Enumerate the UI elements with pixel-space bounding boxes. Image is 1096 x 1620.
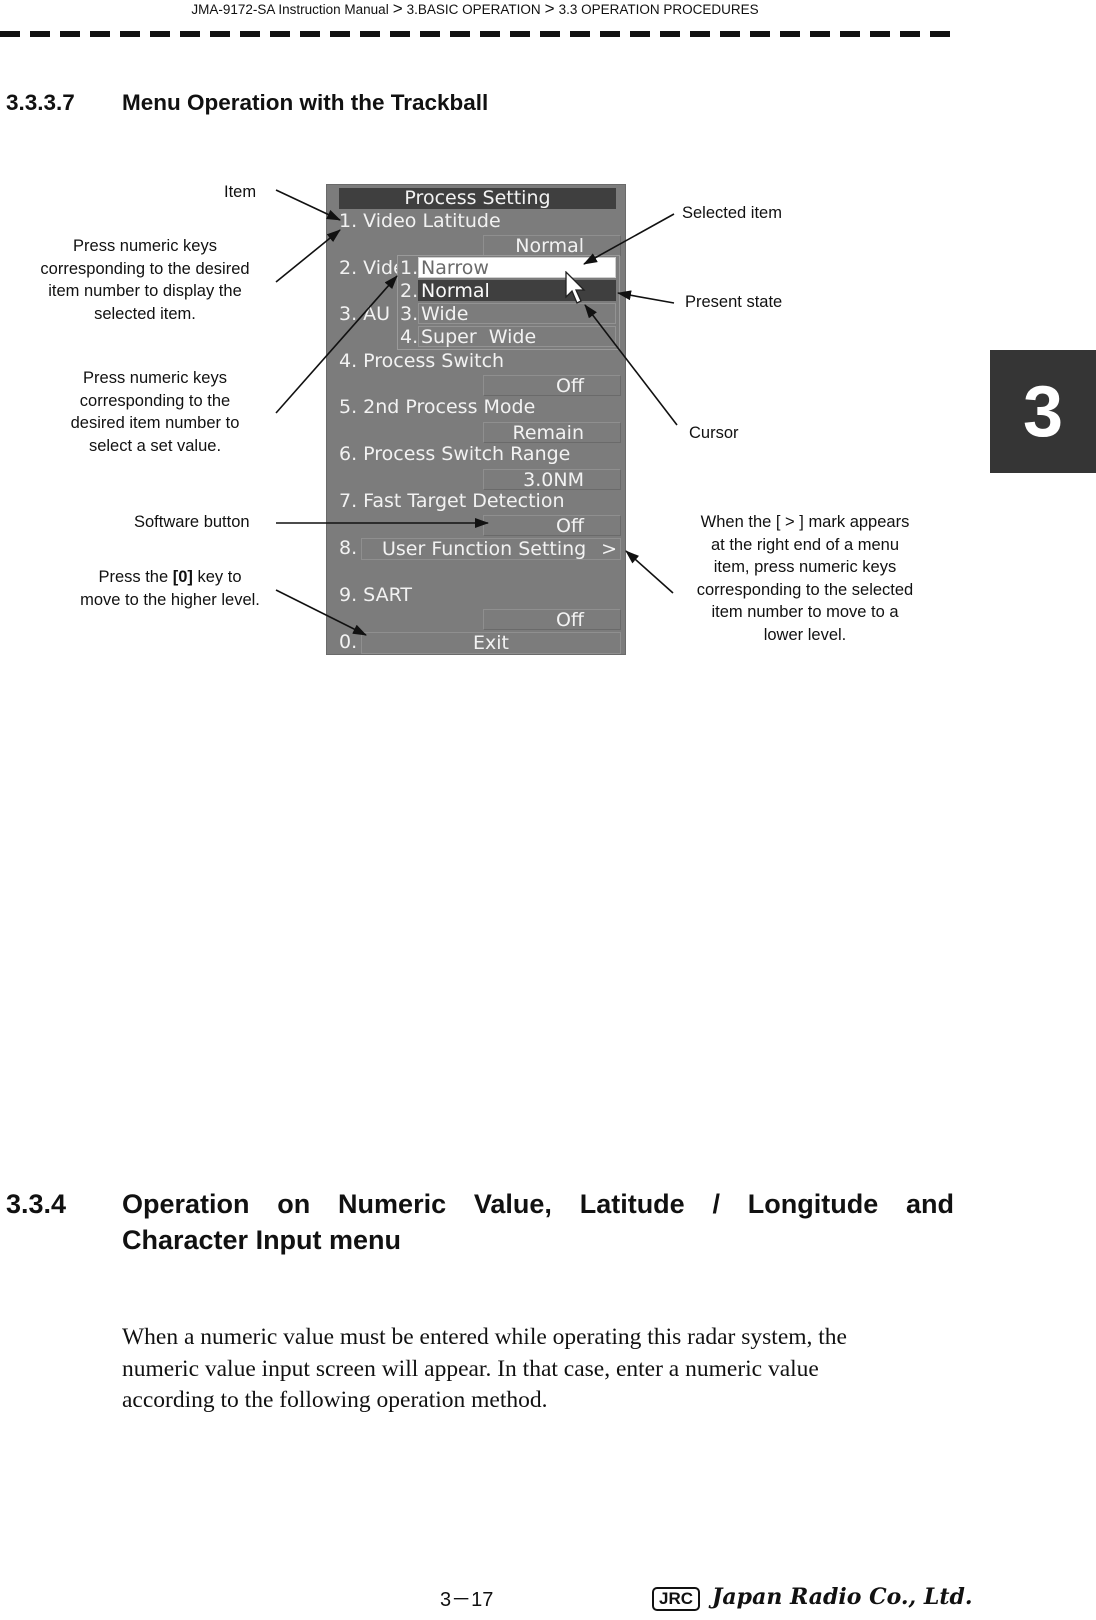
page-number: 3－17	[440, 1589, 494, 1611]
option-number: 1.	[400, 257, 419, 279]
dropdown-option-wide[interactable]: 3. Wide	[398, 303, 621, 325]
arrow-lower-level	[625, 550, 674, 594]
annotation-selected-item: Selected item	[682, 204, 782, 222]
mouse-cursor-icon	[565, 271, 586, 304]
annotation-line: corresponding to the desired	[40, 259, 250, 278]
annotation-line: at the right end of a menu	[710, 535, 900, 554]
menu-value-2nd-process-mode[interactable]: Remain	[483, 422, 621, 443]
annotation-line: item number to display the	[48, 282, 242, 300]
paragraph-line: numeric value input screen will appear. …	[122, 1355, 819, 1382]
header-divider	[0, 31, 952, 37]
annotation-cursor: Cursor	[689, 424, 739, 442]
dropdown-option-narrow[interactable]: 1. Narrow	[398, 257, 621, 279]
annotation-press-select: Press numeric keys corresponding to the …	[30, 367, 280, 457]
annotation-line: Press the [0] key to	[60, 566, 280, 589]
menu-value-video-latitude[interactable]: Normal	[483, 235, 621, 256]
menu-value-process-switch-range[interactable]: 3.0NM	[483, 469, 621, 490]
option-number: 3.	[400, 303, 419, 325]
menu-item-sart[interactable]: 9. SART	[339, 584, 412, 606]
submenu-chevron-icon: >	[601, 538, 617, 560]
annotation-press-display: Press numeric keys corresponding to the …	[20, 235, 270, 325]
menu-item-2[interactable]: 2. Vide	[339, 257, 405, 279]
annotation-line: selected item.	[94, 304, 196, 323]
annotation-text: key to	[192, 568, 242, 586]
annotation-line: lower level.	[763, 625, 847, 644]
menu-item-0-number: 0.	[339, 631, 358, 653]
annotation-software-button: Software button	[134, 513, 250, 531]
annotation-line: corresponding to the selected	[696, 580, 914, 599]
section-title: Operation on Numeric Value, Latitude / L…	[122, 1186, 954, 1258]
breadcrumb: JMA-9172-SA Instruction Manual >3.BASIC O…	[0, 0, 950, 19]
option-label: Super Wide	[418, 326, 616, 348]
section-number: 3.3.4	[6, 1189, 67, 1219]
annotation-line: item, press numeric keys	[713, 558, 897, 576]
exit-button[interactable]: Exit	[361, 632, 621, 654]
breadcrumb-item: 3.BASIC OPERATION	[406, 2, 541, 17]
process-setting-menu: Process Setting 1. Video Latitude Normal…	[326, 184, 626, 655]
option-number: 2.	[400, 280, 419, 302]
annotation-line: corresponding to the	[79, 391, 231, 410]
key-label: [0]	[172, 568, 193, 586]
annotation-line: Press numeric keys	[83, 369, 227, 387]
annotation-line: Press numeric keys	[73, 237, 217, 255]
menu-item-8-number: 8.	[339, 537, 358, 559]
menu-item-3[interactable]: 3. AU	[339, 303, 390, 325]
chapter-tab: 3	[990, 350, 1096, 473]
annotation-item: Item	[224, 183, 257, 201]
annotation-press-zero: Press the [0] key to move to the higher …	[60, 566, 280, 611]
dropdown-option-super-wide[interactable]: 4. Super Wide	[398, 326, 621, 348]
annotation-line: select a set value.	[88, 436, 222, 455]
menu-item-video-latitude[interactable]: 1. Video Latitude	[339, 210, 501, 232]
user-function-setting-button[interactable]: User Function Setting >	[361, 538, 621, 560]
menu-title: Process Setting	[339, 188, 616, 209]
arrow-present-state	[617, 290, 675, 304]
company-logo: JRC Japan Radio Co., Ltd.	[652, 1584, 973, 1611]
annotation-present-state: Present state	[685, 293, 783, 311]
menu-item-process-switch-range[interactable]: 6. Process Switch Range	[339, 443, 570, 465]
body-paragraph: When a numeric value must be entered whi…	[122, 1322, 942, 1417]
section-title-line: Character Input menu	[122, 1225, 402, 1255]
section-heading: 3.3.3.7 Menu Operation with the Trackball	[6, 90, 488, 116]
breadcrumb-separator: >	[392, 0, 403, 18]
button-label: User Function Setting	[382, 538, 587, 560]
section-title: Menu Operation with the Trackball	[122, 90, 489, 115]
jrc-logo-mark: JRC	[652, 1587, 701, 1611]
menu-value-sart[interactable]: Off	[483, 609, 621, 630]
paragraph-line: according to the following operation met…	[122, 1387, 548, 1413]
menu-item-fast-target-detection[interactable]: 7. Fast Target Detection	[339, 490, 565, 512]
menu-value-process-switch[interactable]: Off	[483, 375, 621, 396]
section-title-line: Operation on Numeric Value, Latitude / L…	[122, 1189, 954, 1219]
annotation-line: move to the higher level.	[80, 590, 260, 609]
annotation-line: When the [ > ] mark appears	[700, 513, 910, 531]
menu-value-fast-target-detection[interactable]: Off	[483, 515, 621, 536]
annotation-lower-level: When the [ > ] mark appears at the right…	[680, 511, 930, 646]
section-number: 3.3.3.7	[6, 90, 75, 115]
annotation-line: item number to move to a	[711, 603, 899, 621]
company-name: Japan Radio Co., Ltd.	[712, 1584, 973, 1610]
option-number: 4.	[400, 326, 419, 348]
breadcrumb-separator: >	[544, 0, 555, 18]
dropdown-option-normal[interactable]: 2. Normal	[398, 280, 621, 302]
breadcrumb-item: 3.3 OPERATION PROCEDURES	[558, 2, 759, 17]
menu-item-2nd-process-mode[interactable]: 5. 2nd Process Mode	[339, 396, 535, 418]
paragraph-line: When a numeric value must be entered whi…	[122, 1324, 847, 1350]
annotation-line: desired item number to	[70, 414, 240, 432]
annotation-text: Press the	[98, 568, 173, 586]
menu-item-process-switch[interactable]: 4. Process Switch	[339, 350, 504, 372]
section-heading: 3.3.4 Operation on Numeric Value, Latitu…	[6, 1186, 956, 1266]
breadcrumb-item: JMA-9172-SA Instruction Manual	[191, 2, 389, 17]
